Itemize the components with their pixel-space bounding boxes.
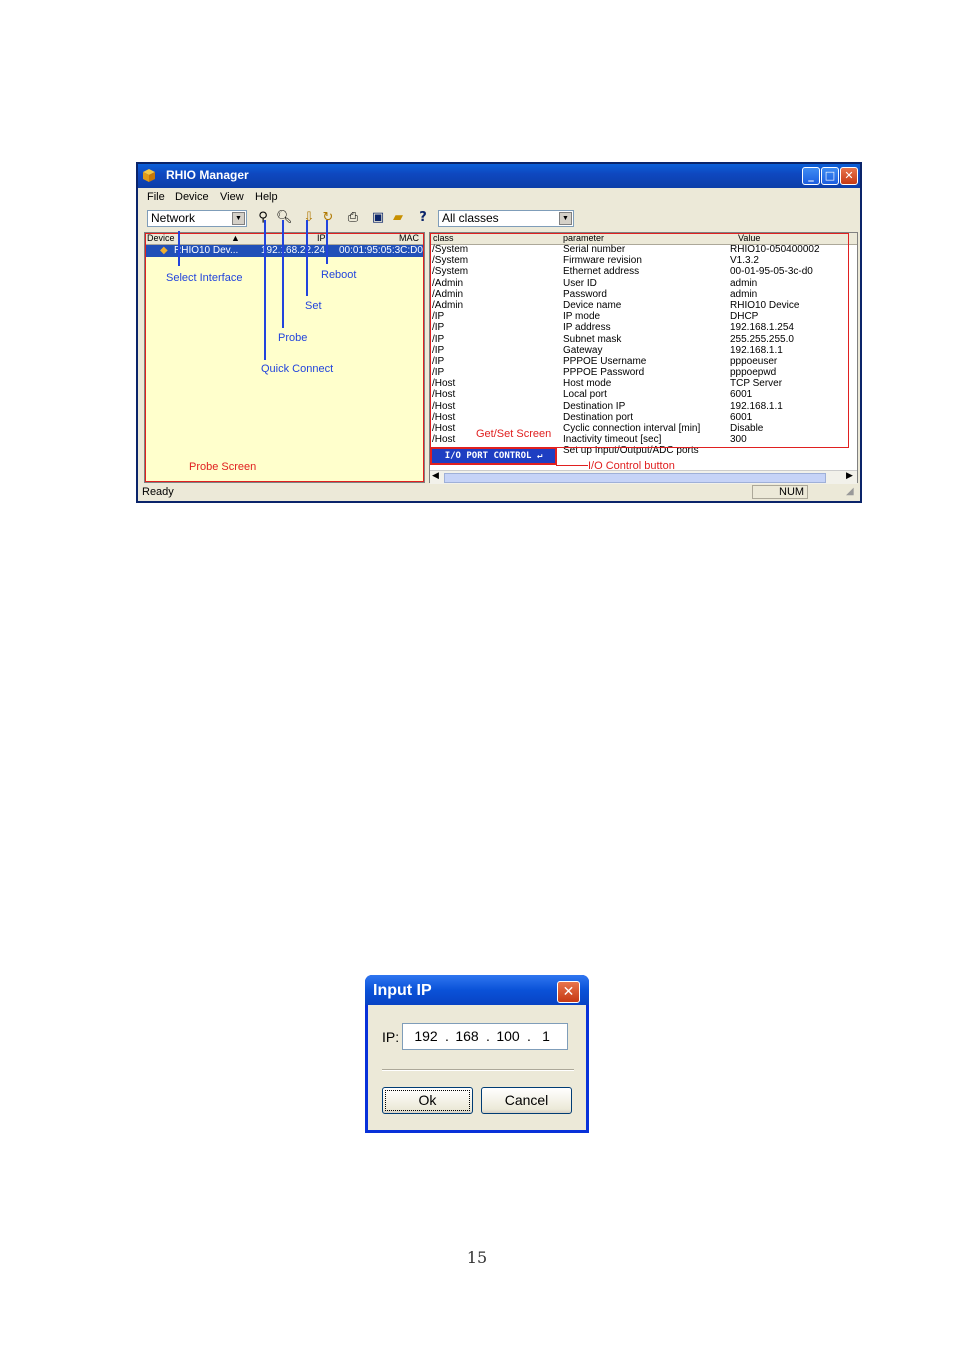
title-bar[interactable]: RHIO Manager _ □ ✕ <box>138 164 860 188</box>
chevron-down-icon[interactable]: ▼ <box>559 212 572 225</box>
scroll-thumb[interactable] <box>444 473 826 483</box>
getset-screen-highlight <box>430 233 849 448</box>
window-title: RHIO Manager <box>166 168 249 182</box>
annotation-line-select-interface <box>178 231 180 266</box>
num-indicator: NUM <box>779 486 805 498</box>
scroll-left-icon[interactable]: ◀ <box>432 471 439 481</box>
ip-address-field[interactable]: 192 . 168 . 100 . 1 <box>402 1023 568 1050</box>
annotation-line-set <box>306 220 308 296</box>
interface-select-value: Network <box>151 211 196 225</box>
print-icon[interactable]: ⎙ <box>345 210 361 226</box>
annotation-probe: Probe <box>278 332 308 344</box>
annotation-line-quick-connect <box>264 220 266 360</box>
open-folder-icon[interactable]: ▰ <box>390 210 406 226</box>
annotation-line-io-control <box>556 465 588 466</box>
menu-bar: File Device View Help <box>138 189 860 206</box>
probe-screen[interactable]: Device ▲ IP MAC ◆ RHIO10 Dev... 192.168.… <box>144 232 425 483</box>
quick-connect-icon[interactable]: ⚲ <box>255 210 271 226</box>
status-text: Ready <box>142 486 174 498</box>
annotation-quick-connect: Quick Connect <box>261 363 334 375</box>
ip-octet-1[interactable]: 192 <box>409 1028 443 1044</box>
probe-icon[interactable]: 🔍︎ <box>276 210 293 226</box>
annotation-io-control-button: I/O Control button <box>588 460 675 472</box>
dialog-title-bar[interactable]: Input IP ✕ <box>365 975 589 1005</box>
annotation-probe-screen: Probe Screen <box>189 461 257 473</box>
close-button[interactable]: ✕ <box>840 167 858 185</box>
num-indicator-box: NUM <box>752 485 808 499</box>
set-icon[interactable]: ⇩ <box>301 210 317 226</box>
getset-screen[interactable]: class parameter Value /System Serial numb… <box>429 232 858 484</box>
rhio-manager-window: RHIO Manager _ □ ✕ File Device View Help… <box>136 162 862 503</box>
interface-select[interactable]: Network ▼ <box>147 210 247 227</box>
ip-dot: . <box>486 1028 490 1044</box>
dialog-separator <box>382 1069 574 1071</box>
ok-button[interactable]: Ok <box>382 1087 473 1114</box>
annotation-set: Set <box>305 300 322 312</box>
minimize-button[interactable]: _ <box>802 167 820 185</box>
dialog-body: IP: 192 . 168 . 100 . 1 Ok Cancel <box>368 1005 586 1130</box>
reboot-icon[interactable]: ↻ <box>320 210 336 226</box>
probe-screen-highlight <box>145 233 424 482</box>
ip-octet-3[interactable]: 100 <box>491 1028 525 1044</box>
menu-device[interactable]: Device <box>175 191 209 203</box>
ip-octet-4[interactable]: 1 <box>529 1028 563 1044</box>
dialog-title: Input IP <box>373 982 432 999</box>
annotation-line-reboot <box>326 220 328 264</box>
menu-help[interactable]: Help <box>255 191 278 203</box>
maximize-button[interactable]: □ <box>821 167 839 185</box>
cancel-button[interactable]: Cancel <box>481 1087 572 1114</box>
annotation-select-interface: Select Interface <box>166 272 243 284</box>
window-client: RHIO Manager _ □ ✕ File Device View Help… <box>138 164 860 501</box>
annotation-reboot: Reboot <box>321 269 357 281</box>
help-icon[interactable]: ? <box>415 210 431 226</box>
input-ip-dialog: Input IP ✕ IP: 192 . 168 . 100 . 1 Ok Ca… <box>365 975 589 1133</box>
save-icon[interactable]: ▣ <box>370 210 386 226</box>
menu-file[interactable]: File <box>147 191 165 203</box>
dialog-close-button[interactable]: ✕ <box>557 981 580 1003</box>
class-filter-value: All classes <box>442 211 499 225</box>
io-port-control-button[interactable]: I/O PORT CONTROL ↵ <box>430 447 557 465</box>
ip-dot: . <box>445 1028 449 1044</box>
scroll-right-icon[interactable]: ▶ <box>846 471 853 481</box>
ip-octet-2[interactable]: 168 <box>450 1028 484 1044</box>
app-box-icon <box>143 169 155 182</box>
chevron-down-icon[interactable]: ▼ <box>232 212 245 225</box>
annotation-line-probe <box>282 220 284 328</box>
status-bar: Ready NUM ◢ <box>138 484 860 501</box>
toolbar: Network ▼ ⚲ 🔍︎ ⇩ ↻ ⎙ ▣ ▰ ? All classes ▼ <box>138 207 860 231</box>
resize-grip-icon[interactable]: ◢ <box>846 486 854 497</box>
horizontal-scrollbar[interactable]: ◀ ▶ <box>430 470 857 484</box>
annotation-getset-screen: Get/Set Screen <box>476 428 552 440</box>
class-filter-select[interactable]: All classes ▼ <box>438 210 574 227</box>
menu-view[interactable]: View <box>220 191 244 203</box>
ip-label: IP: <box>382 1029 400 1045</box>
page-number: 15 <box>466 1248 488 1267</box>
